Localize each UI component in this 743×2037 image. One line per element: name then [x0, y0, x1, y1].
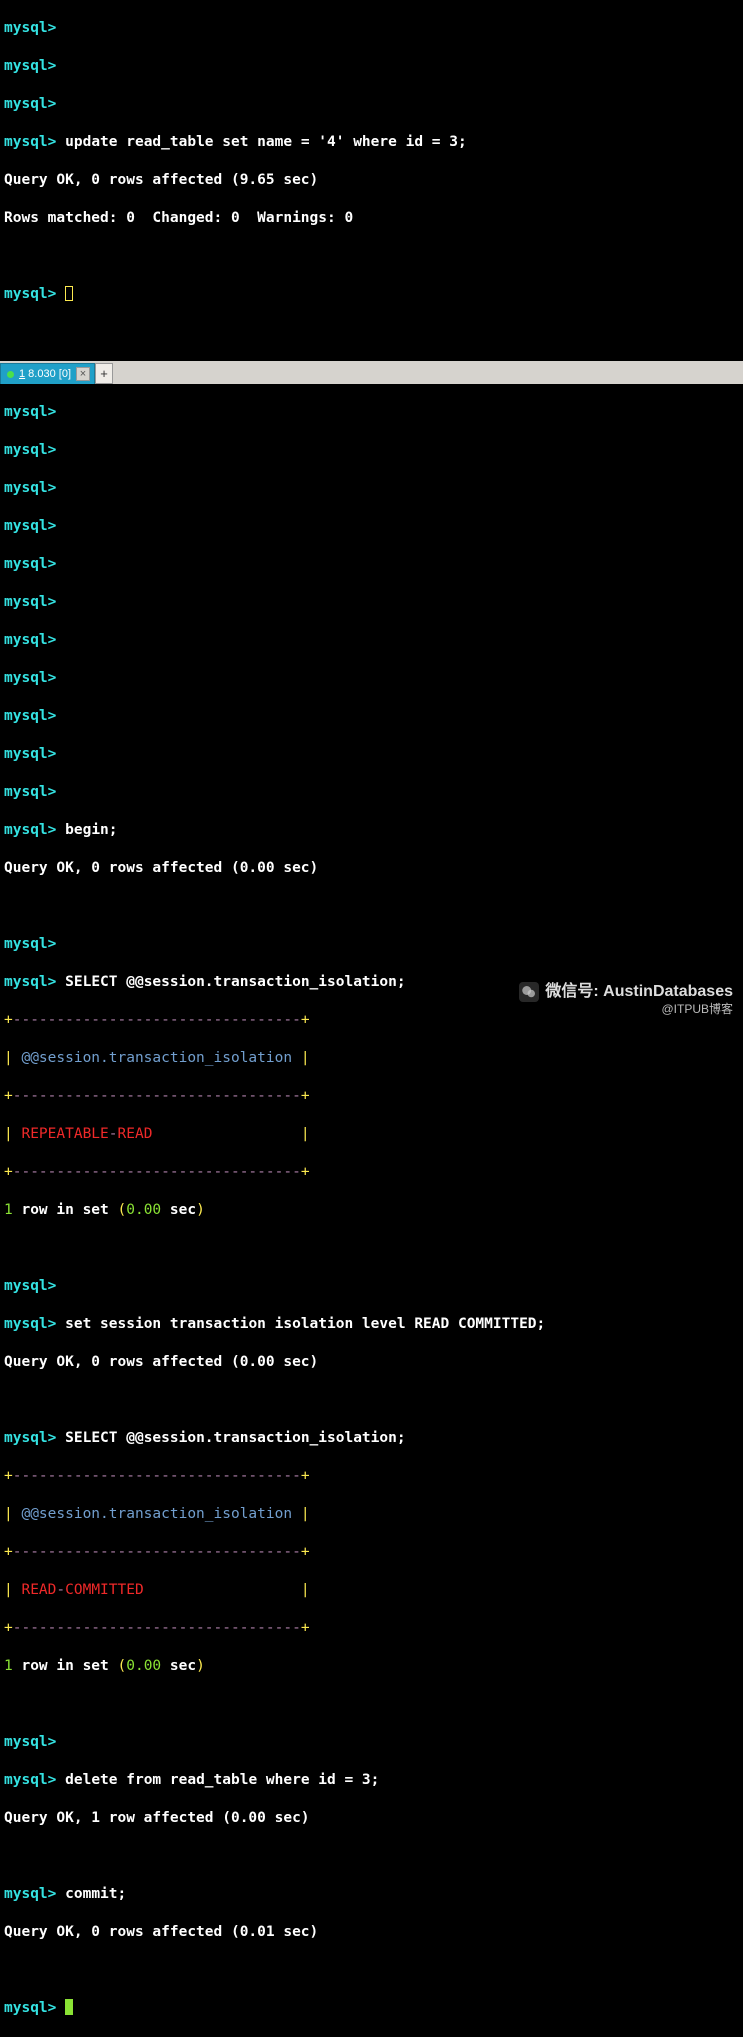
term-line: mysql>	[4, 95, 739, 114]
blank-line	[4, 1239, 739, 1258]
term-line: mysql> set session transaction isolation…	[4, 1315, 739, 1334]
mysql-prompt: mysql>	[4, 974, 56, 990]
term-line: mysql> SELECT @@session.transaction_isol…	[4, 1429, 739, 1448]
mysql-prompt: mysql>	[4, 708, 56, 724]
commit-command: commit;	[65, 1886, 126, 1902]
select-isolation-command: SELECT @@session.transaction_isolation;	[65, 974, 405, 990]
mysql-prompt: mysql>	[4, 518, 56, 534]
mysql-prompt: mysql>	[4, 1316, 56, 1332]
blank-line	[4, 247, 739, 266]
term-line: mysql>	[4, 669, 739, 688]
term-line: mysql>	[4, 1733, 739, 1752]
table-border: +---------------------------------+	[4, 1543, 739, 1562]
term-line: mysql>	[4, 783, 739, 802]
term-line: mysql> delete from read_table where id =…	[4, 1771, 739, 1790]
close-tab-button[interactable]: ×	[76, 367, 90, 381]
cursor-icon	[65, 286, 73, 301]
table-row: | REPEATABLE-READ |	[4, 1125, 739, 1144]
mysql-prompt: mysql>	[4, 784, 56, 800]
mysql-prompt: mysql>	[4, 746, 56, 762]
mysql-prompt: mysql>	[4, 96, 56, 112]
query-result: Rows matched: 0 Changed: 0 Warnings: 0	[4, 209, 739, 228]
mysql-prompt: mysql>	[4, 936, 56, 952]
table-border: +---------------------------------+	[4, 1467, 739, 1486]
top-terminal: mysql> mysql> mysql> mysql> update read_…	[0, 0, 743, 361]
blank-line	[4, 1695, 739, 1714]
table-row: | READ-COMMITTED |	[4, 1581, 739, 1600]
mysql-prompt: mysql>	[4, 1886, 56, 1902]
status-dot-icon	[7, 371, 14, 378]
cursor-icon	[65, 1999, 73, 2015]
mysql-prompt: mysql>	[4, 286, 56, 302]
mysql-prompt: mysql>	[4, 632, 56, 648]
term-line: mysql> update read_table set name = '4' …	[4, 133, 739, 152]
set-isolation-command: set session transaction isolation level …	[65, 1316, 545, 1332]
watermark-label: 微信号: AustinDatabases	[545, 982, 733, 1003]
mysql-prompt: mysql>	[4, 822, 56, 838]
table-header: | @@session.transaction_isolation |	[4, 1505, 739, 1524]
query-result: Query OK, 0 rows affected (0.00 sec)	[4, 1353, 739, 1372]
table-border: +---------------------------------+	[4, 1163, 739, 1182]
mysql-prompt: mysql>	[4, 480, 56, 496]
mysql-prompt: mysql>	[4, 1772, 56, 1788]
term-line: mysql> begin;	[4, 821, 739, 840]
update-command: update read_table set name = '4' where i…	[65, 134, 467, 150]
wechat-icon	[519, 982, 539, 1002]
watermark: 微信号: AustinDatabases @ITPUB博客	[519, 982, 733, 1018]
term-line: mysql>	[4, 441, 739, 460]
tab-label: 1 8.030 [0]	[19, 365, 71, 384]
mysql-prompt: mysql>	[4, 442, 56, 458]
table-header: | @@session.transaction_isolation |	[4, 1049, 739, 1068]
term-line: mysql>	[4, 555, 739, 574]
term-line: mysql> commit;	[4, 1885, 739, 1904]
term-line: mysql>	[4, 745, 739, 764]
mysql-prompt: mysql>	[4, 1430, 56, 1446]
query-result: Query OK, 0 rows affected (9.65 sec)	[4, 171, 739, 190]
term-line: mysql>	[4, 1277, 739, 1296]
session-tab[interactable]: 1 8.030 [0] ×	[0, 363, 95, 384]
query-result: Query OK, 0 rows affected (0.01 sec)	[4, 1923, 739, 1942]
row-count: 1 row in set (0.00 sec)	[4, 1657, 739, 1676]
term-line: mysql>	[4, 631, 739, 650]
term-line: mysql>	[4, 403, 739, 422]
term-line[interactable]: mysql>	[4, 285, 739, 304]
select-isolation-command: SELECT @@session.transaction_isolation;	[65, 1430, 405, 1446]
term-line: mysql>	[4, 935, 739, 954]
blank-line	[4, 897, 739, 916]
mysql-prompt: mysql>	[4, 1278, 56, 1294]
term-line[interactable]: mysql>	[4, 1999, 739, 2018]
term-line: mysql>	[4, 19, 739, 38]
mysql-prompt: mysql>	[4, 58, 56, 74]
table-border: +---------------------------------+	[4, 1619, 739, 1638]
blank-line	[4, 1961, 739, 1980]
mysql-prompt: mysql>	[4, 404, 56, 420]
query-result: Query OK, 1 row affected (0.00 sec)	[4, 1809, 739, 1828]
tab-bar: 1 8.030 [0] × +	[0, 361, 743, 384]
add-tab-button[interactable]: +	[95, 363, 113, 384]
mysql-prompt: mysql>	[4, 2000, 56, 2016]
term-line: mysql>	[4, 517, 739, 536]
delete-command: delete from read_table where id = 3;	[65, 1772, 379, 1788]
begin-command: begin;	[65, 822, 117, 838]
term-line: mysql>	[4, 707, 739, 726]
mysql-prompt: mysql>	[4, 20, 56, 36]
query-result: Query OK, 0 rows affected (0.00 sec)	[4, 859, 739, 878]
mysql-prompt: mysql>	[4, 1734, 56, 1750]
mysql-prompt: mysql>	[4, 556, 56, 572]
term-line: mysql>	[4, 593, 739, 612]
term-line: mysql>	[4, 479, 739, 498]
row-count: 1 row in set (0.00 sec)	[4, 1201, 739, 1220]
blank-line	[4, 1391, 739, 1410]
bottom-terminal: mysql> mysql> mysql> mysql> mysql> mysql…	[0, 384, 743, 2037]
blank-line	[4, 323, 739, 342]
blank-line	[4, 1847, 739, 1866]
mysql-prompt: mysql>	[4, 134, 56, 150]
table-border: +---------------------------------+	[4, 1087, 739, 1106]
mysql-prompt: mysql>	[4, 594, 56, 610]
mysql-prompt: mysql>	[4, 670, 56, 686]
term-line: mysql>	[4, 57, 739, 76]
watermark-sub: @ITPUB博客	[519, 1002, 733, 1018]
